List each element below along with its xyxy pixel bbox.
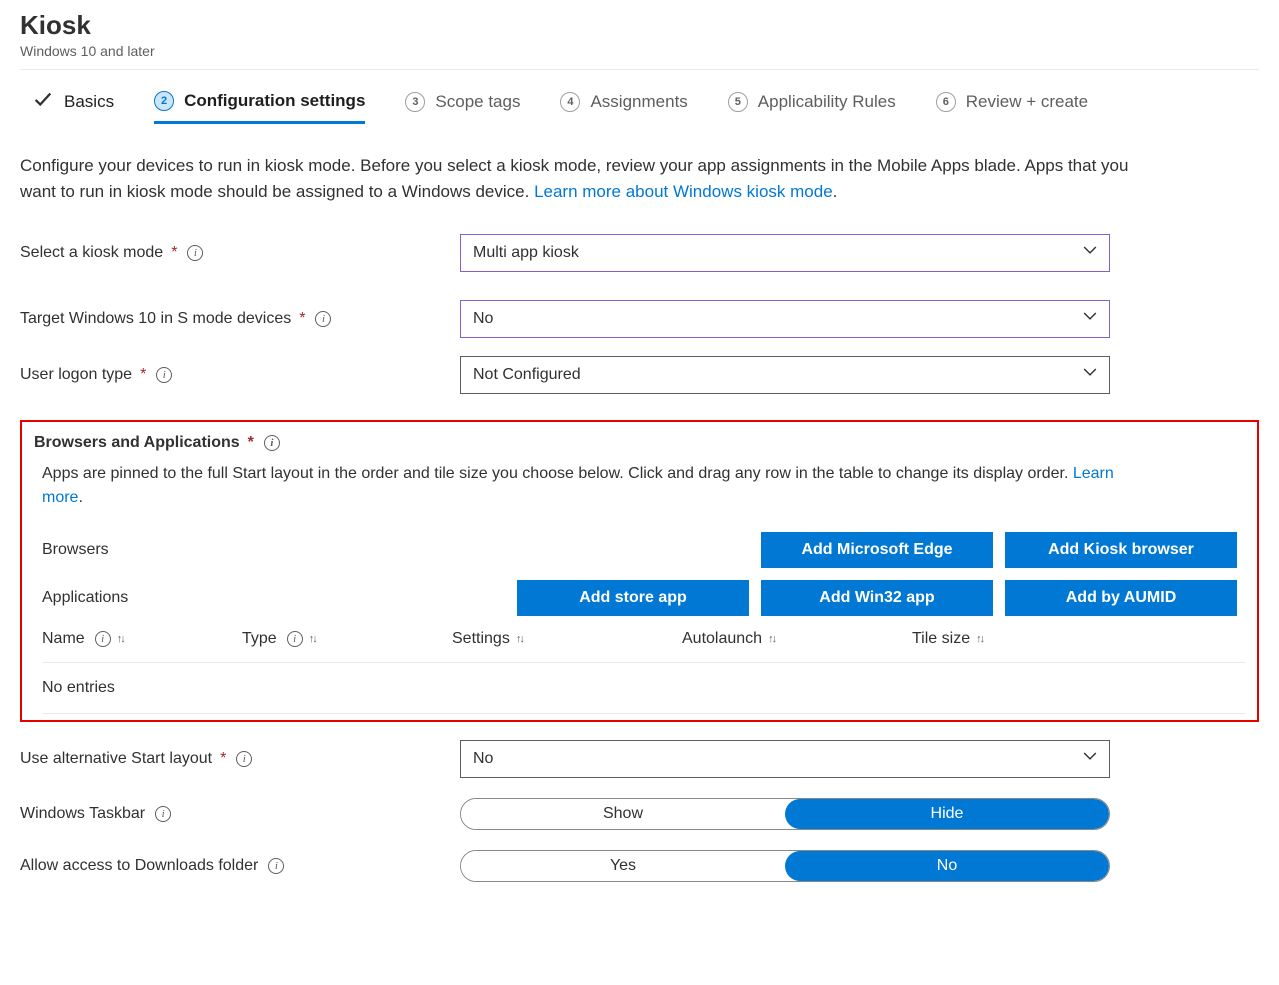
step-scope-tags[interactable]: 3 Scope tags <box>405 92 520 122</box>
chevron-down-icon <box>1083 244 1097 263</box>
column-header-type[interactable]: Type i ↑↓ <box>242 630 452 648</box>
column-header-tile-size[interactable]: Tile size ↑↓ <box>912 630 1062 648</box>
add-store-app-button[interactable]: Add store app <box>517 580 749 616</box>
chevron-down-icon <box>1083 750 1097 769</box>
select-value: Not Configured <box>473 366 581 384</box>
applications-row-label: Applications <box>42 589 382 607</box>
taskbar-hide-option[interactable]: Hide <box>785 799 1109 829</box>
chevron-down-icon <box>1083 366 1097 385</box>
step-number: 4 <box>560 92 580 112</box>
downloads-label: Allow access to Downloads folder <box>20 857 258 875</box>
step-review-create[interactable]: 6 Review + create <box>936 92 1088 122</box>
sort-icon: ↑↓ <box>768 633 775 645</box>
logon-type-label: User logon type <box>20 366 132 384</box>
step-applicability-rules[interactable]: 5 Applicability Rules <box>728 92 896 122</box>
browsers-row-label: Browsers <box>42 541 382 559</box>
step-label: Basics <box>64 92 114 112</box>
step-number: 2 <box>154 91 174 111</box>
step-assignments[interactable]: 4 Assignments <box>560 92 687 122</box>
info-icon[interactable]: i <box>95 631 111 647</box>
select-value: No <box>473 750 493 768</box>
add-kiosk-browser-button[interactable]: Add Kiosk browser <box>1005 532 1237 568</box>
required-indicator: * <box>140 366 146 384</box>
kiosk-mode-select[interactable]: Multi app kiosk <box>460 234 1110 272</box>
taskbar-toggle: Show Hide <box>460 798 1110 830</box>
step-number: 3 <box>405 92 425 112</box>
column-header-name[interactable]: Name i ↑↓ <box>42 630 242 648</box>
downloads-toggle: Yes No <box>460 850 1110 882</box>
info-icon[interactable]: i <box>264 435 280 451</box>
step-configuration-settings[interactable]: 2 Configuration settings <box>154 91 365 124</box>
sort-icon: ↑↓ <box>976 633 983 645</box>
logon-type-select[interactable]: Not Configured <box>460 356 1110 394</box>
browsers-apps-section: Browsers and Applications * i Apps are p… <box>20 420 1259 722</box>
kiosk-mode-label: Select a kiosk mode <box>20 244 163 262</box>
alt-layout-label: Use alternative Start layout <box>20 750 212 768</box>
required-indicator: * <box>299 310 305 328</box>
add-win32-app-button[interactable]: Add Win32 app <box>761 580 993 616</box>
select-value: Multi app kiosk <box>473 244 579 262</box>
th-label: Name <box>42 630 85 648</box>
info-icon[interactable]: i <box>187 245 203 261</box>
required-indicator: * <box>220 750 226 768</box>
add-microsoft-edge-button[interactable]: Add Microsoft Edge <box>761 532 993 568</box>
info-icon[interactable]: i <box>287 631 303 647</box>
check-icon <box>32 88 54 115</box>
th-label: Settings <box>452 630 510 648</box>
s-mode-select[interactable]: No <box>460 300 1110 338</box>
step-label: Configuration settings <box>184 91 365 111</box>
column-header-settings[interactable]: Settings ↑↓ <box>452 630 682 648</box>
info-icon[interactable]: i <box>236 751 252 767</box>
step-number: 6 <box>936 92 956 112</box>
add-by-aumid-button[interactable]: Add by AUMID <box>1005 580 1237 616</box>
taskbar-show-option[interactable]: Show <box>461 799 785 829</box>
step-label: Applicability Rules <box>758 92 896 112</box>
browsers-apps-desc: Apps are pinned to the full Start layout… <box>42 465 1073 482</box>
info-icon[interactable]: i <box>315 311 331 327</box>
page-subtitle: Windows 10 and later <box>20 43 1259 59</box>
th-label: Tile size <box>912 630 970 648</box>
taskbar-label: Windows Taskbar <box>20 805 145 823</box>
info-icon[interactable]: i <box>156 367 172 383</box>
downloads-no-option[interactable]: No <box>785 851 1109 881</box>
step-number: 5 <box>728 92 748 112</box>
step-label: Scope tags <box>435 92 520 112</box>
downloads-yes-option[interactable]: Yes <box>461 851 785 881</box>
info-icon[interactable]: i <box>155 806 171 822</box>
learn-more-link[interactable]: Learn more about Windows kiosk mode <box>534 182 833 201</box>
step-basics[interactable]: Basics <box>32 88 114 125</box>
info-icon[interactable]: i <box>268 858 284 874</box>
chevron-down-icon <box>1083 310 1097 329</box>
step-label: Review + create <box>966 92 1088 112</box>
th-label: Type <box>242 630 277 648</box>
required-indicator: * <box>248 434 254 452</box>
browsers-apps-title: Browsers and Applications <box>34 434 240 452</box>
s-mode-label: Target Windows 10 in S mode devices <box>20 310 291 328</box>
sort-icon: ↑↓ <box>516 633 523 645</box>
apps-table: Name i ↑↓ Type i ↑↓ Settings ↑↓ Autolaun… <box>42 630 1245 714</box>
select-value: No <box>473 310 493 328</box>
alt-layout-select[interactable]: No <box>460 740 1110 778</box>
sort-icon: ↑↓ <box>117 633 124 645</box>
intro-text: Configure your devices to run in kiosk m… <box>20 153 1150 204</box>
column-header-autolaunch[interactable]: Autolaunch ↑↓ <box>682 630 912 648</box>
th-label: Autolaunch <box>682 630 762 648</box>
step-label: Assignments <box>590 92 687 112</box>
page-title: Kiosk <box>20 10 1259 41</box>
table-empty-row: No entries <box>42 663 1245 714</box>
wizard-stepper: Basics 2 Configuration settings 3 Scope … <box>20 70 1259 125</box>
required-indicator: * <box>171 244 177 262</box>
sort-icon: ↑↓ <box>309 633 316 645</box>
